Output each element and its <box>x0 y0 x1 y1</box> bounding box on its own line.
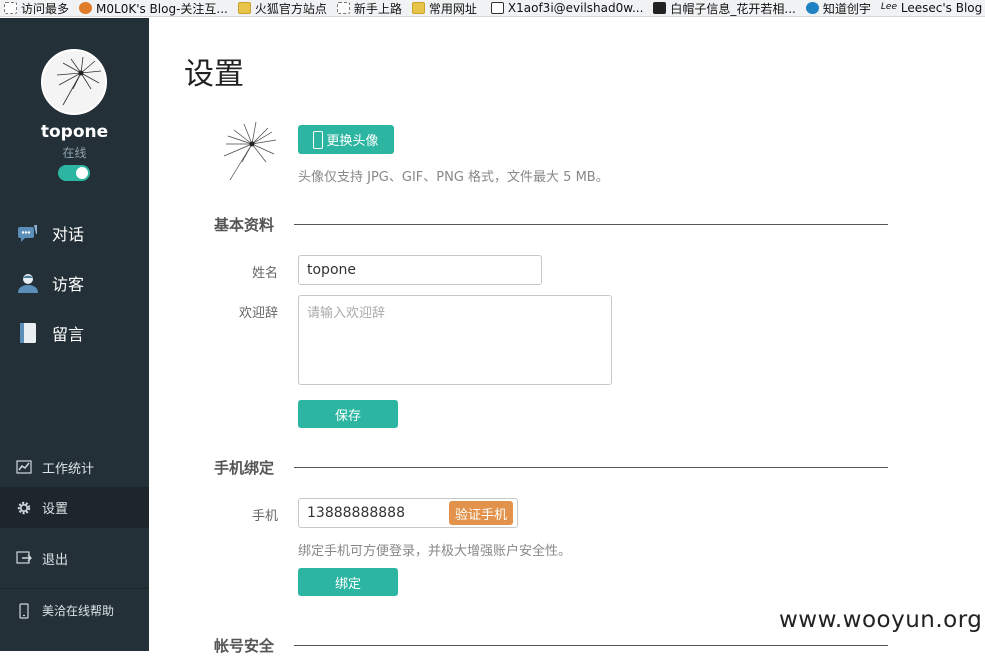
message-book-icon <box>20 323 36 343</box>
folder-icon <box>411 2 425 14</box>
nav-item-help[interactable]: 美洽在线帮助 <box>0 588 149 632</box>
bookmark-x1aof3i[interactable]: X1aof3i@evilshad0w... <box>487 0 650 16</box>
bookmark-firefox-official[interactable]: 火狐官方站点 <box>234 0 333 16</box>
sidebar: topone 在线 对话 访客 留言 工作统计 设置 退出 美洽在线帮助 <box>0 18 149 651</box>
folder-icon <box>237 2 251 14</box>
section-basic-info: 基本资料 <box>214 214 888 235</box>
avatar-hint: 头像仅支持 JPG、GIF、PNG 格式，文件最大 5 MB。 <box>298 170 609 185</box>
watermark: www.wooyun.org <box>779 607 983 633</box>
bookmark-knownsec[interactable]: 知道创宇 <box>802 0 877 16</box>
nav-label: 留言 <box>52 325 85 344</box>
section-title: 帐号安全 <box>214 637 275 655</box>
gear-icon <box>17 501 31 514</box>
logout-icon <box>16 551 32 564</box>
change-avatar-button[interactable]: 更换头像 <box>298 125 394 154</box>
nav-label: 对话 <box>52 225 85 244</box>
avatar-preview <box>212 118 280 186</box>
nav-label: 退出 <box>42 552 69 568</box>
doc-icon <box>490 2 504 14</box>
nav-item-visitors[interactable]: 访客 <box>0 258 149 308</box>
online-status: 在线 <box>62 146 87 160</box>
nav-item-settings[interactable]: 设置 <box>0 487 149 527</box>
section-phone-binding: 手机绑定 <box>214 457 888 478</box>
phone-hint: 绑定手机可方便登录，并极大增强账户安全性。 <box>298 544 572 559</box>
phone-icon <box>313 130 324 149</box>
bookmark-getting-started[interactable]: 新手上路 <box>333 0 408 16</box>
fox-icon <box>79 2 93 14</box>
nav-label: 访客 <box>52 275 85 294</box>
chat-icon <box>18 225 37 242</box>
nav-item-messages[interactable]: 留言 <box>0 308 149 358</box>
toggle-knob <box>76 167 88 179</box>
section-title: 基本资料 <box>214 216 275 234</box>
page-icon <box>4 2 17 14</box>
dandelion-avatar-icon <box>56 56 102 106</box>
nav-item-logout[interactable]: 退出 <box>0 527 149 588</box>
username: topone <box>40 122 109 142</box>
avatar[interactable] <box>41 49 107 115</box>
nav-item-statistics[interactable]: 工作统计 <box>0 447 149 487</box>
section-account-security: 帐号安全 <box>214 635 888 656</box>
main-nav: 对话 访客 留言 <box>0 208 149 358</box>
bookmark-molok-blog[interactable]: M0L0K's Blog-关注互... <box>75 0 234 16</box>
bookmark-leesec-blog[interactable]: Lee Leesec's Blog <box>877 0 985 16</box>
page-icon <box>336 2 350 14</box>
blue-icon <box>805 2 819 14</box>
bind-button[interactable]: 绑定 <box>298 568 398 596</box>
chart-icon <box>16 460 32 474</box>
welcome-label: 欢迎辞 <box>238 306 278 321</box>
phone-icon <box>19 602 29 619</box>
dandelion-avatar-icon <box>223 121 277 181</box>
verify-phone-button[interactable]: 验证手机 <box>449 501 513 525</box>
settings-panel: 设置 更换头像 头像仅支持 JPG、GIF、PNG 格式，文件最大 5 MB。 … <box>149 18 985 655</box>
bookmark-common-sites[interactable]: 常用网址 <box>408 0 483 16</box>
divider <box>294 467 888 468</box>
name-label: 姓名 <box>251 266 278 281</box>
divider <box>294 645 888 646</box>
nav-item-chat[interactable]: 对话 <box>0 208 149 258</box>
save-button[interactable]: 保存 <box>298 400 398 428</box>
page-title: 设置 <box>184 57 244 92</box>
nav-label: 美洽在线帮助 <box>42 604 115 618</box>
signature-icon: Lee <box>880 2 897 12</box>
phone-label: 手机 <box>251 509 278 524</box>
nav-label: 工作统计 <box>42 461 95 477</box>
visitor-icon <box>18 274 38 293</box>
section-title: 手机绑定 <box>214 459 275 477</box>
nav-label: 设置 <box>42 502 69 517</box>
bookmark-whitehat-info[interactable]: 白帽子信息_花开若相... <box>649 0 801 16</box>
dark-icon <box>653 2 667 14</box>
bookmark-most-visited[interactable]: 访问最多 <box>0 0 75 16</box>
online-toggle[interactable] <box>58 165 90 181</box>
divider <box>294 224 888 225</box>
bookmarks-bar: 访问最多 M0L0K's Blog-关注互... 火狐官方站点 新手上路 常用网… <box>0 0 985 17</box>
name-input[interactable]: topone <box>298 255 542 285</box>
bottom-nav: 工作统计 设置 退出 美洽在线帮助 <box>0 447 149 632</box>
welcome-textarea[interactable]: 请输入欢迎辞 <box>298 295 612 385</box>
